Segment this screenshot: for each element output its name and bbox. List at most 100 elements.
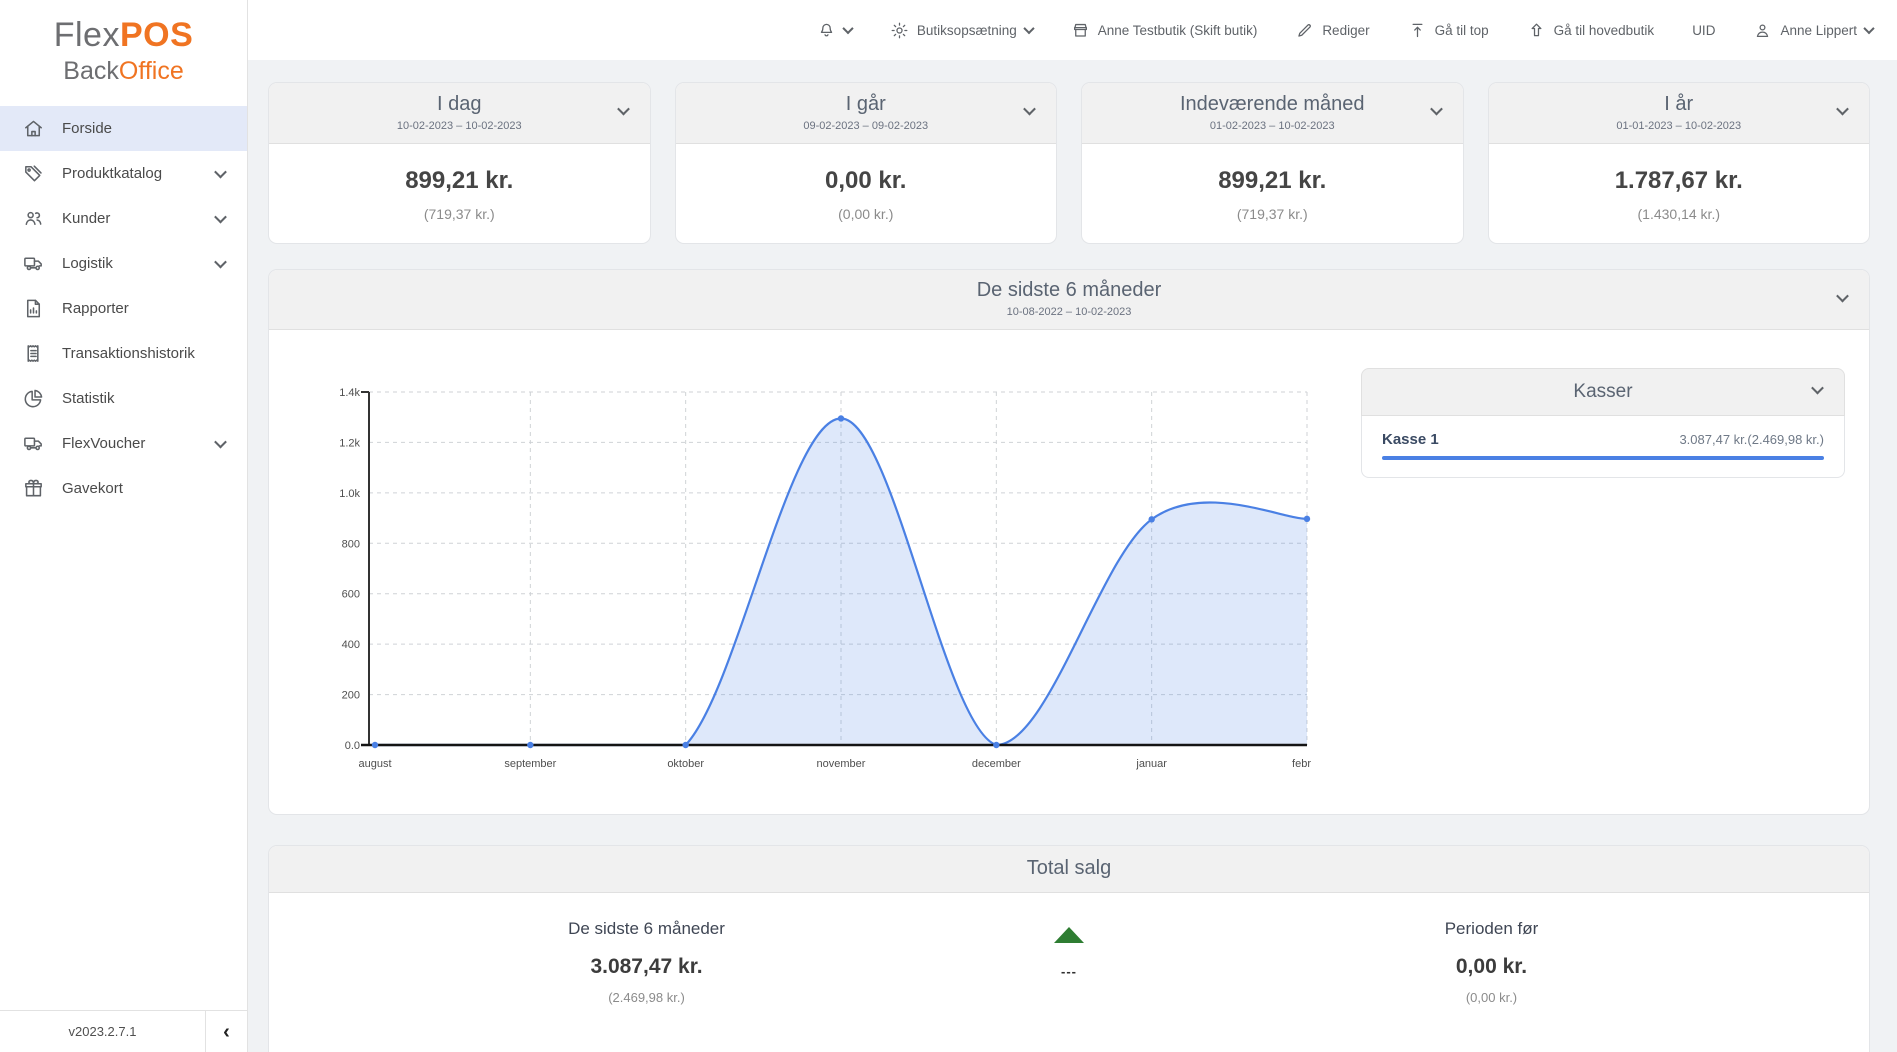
sidebar-item-rapporter[interactable]: Rapporter bbox=[0, 286, 247, 331]
sidebar-item-label: Produktkatalog bbox=[62, 165, 162, 182]
stat-card-secondary-amount: (719,37 kr.) bbox=[269, 206, 650, 222]
sidebar-item-produktkatalog[interactable]: Produktkatalog bbox=[0, 151, 247, 196]
topbar-item-label: UID bbox=[1692, 23, 1715, 38]
current-period-amount: 3.087,47 kr. bbox=[269, 955, 1024, 979]
stat-card-date-range: 01-01-2023 – 10-02-2023 bbox=[1489, 120, 1870, 132]
total-salg-title: Total salg bbox=[269, 857, 1869, 880]
logo-pos: POS bbox=[120, 16, 193, 54]
sidebar: FlexPOS BackOffice ForsideProduktkatalog… bbox=[0, 0, 248, 1052]
stat-card-title: I år bbox=[1489, 93, 1870, 116]
total-salg-current-period: De sidste 6 måneder 3.087,47 kr. (2.469,… bbox=[269, 919, 1024, 1005]
sidebar-footer: v2023.2.7.1 ‹ bbox=[0, 1010, 247, 1052]
total-salg-previous-period: Perioden før 0,00 kr. (0,00 kr.) bbox=[1114, 919, 1869, 1005]
svg-text:1.0k: 1.0k bbox=[339, 488, 360, 500]
current-period-label: De sidste 6 måneder bbox=[269, 919, 1024, 939]
svg-text:november: november bbox=[817, 758, 866, 770]
sidebar-item-logistik[interactable]: Logistik bbox=[0, 241, 247, 286]
trend-label: --- bbox=[1024, 964, 1114, 979]
gear-icon bbox=[890, 21, 909, 40]
chevron-down-icon bbox=[214, 256, 227, 269]
stat-card-amount: 0,00 kr. bbox=[676, 167, 1057, 195]
topbar: Butiksopsætning Anne Testbutik (Skift but… bbox=[248, 0, 1897, 60]
stat-card-title: I går bbox=[676, 93, 1057, 116]
topbar-item-user[interactable]: Anne Lippert bbox=[1753, 21, 1873, 40]
sidebar-item-statistik[interactable]: Statistik bbox=[0, 376, 247, 421]
stat-card-title: Indeværende måned bbox=[1082, 93, 1463, 116]
stat-card-date-range: 10-02-2023 – 10-02-2023 bbox=[269, 120, 650, 132]
kasser-panel: Kasser Kasse 1 3.087,47 kr.(2.469,98 kr.… bbox=[1361, 368, 1845, 785]
sidebar-item-flexvoucher[interactable]: FlexVoucher bbox=[0, 421, 247, 466]
kasser-panel-body: Kasse 1 3.087,47 kr.(2.469,98 kr.) bbox=[1361, 416, 1845, 478]
stat-card-amount: 899,21 kr. bbox=[1082, 167, 1463, 195]
topbar-item-butiksopsaetning[interactable]: Butiksopsætning bbox=[890, 21, 1033, 40]
users-icon bbox=[22, 207, 45, 230]
topbar-item-store[interactable]: Anne Testbutik (Skift butik) bbox=[1071, 21, 1258, 40]
stat-card-date-range: 01-02-2023 – 10-02-2023 bbox=[1082, 120, 1463, 132]
topbar-item-label: Gå til top bbox=[1435, 23, 1489, 38]
stat-card-secondary-amount: (719,37 kr.) bbox=[1082, 206, 1463, 222]
svg-text:0.0: 0.0 bbox=[345, 740, 360, 752]
chevron-down-icon bbox=[214, 211, 227, 224]
stat-card-date-range: 09-02-2023 – 09-02-2023 bbox=[676, 120, 1057, 132]
topbar-item-ga-til-hovedbutik[interactable]: Gå til hovedbutik bbox=[1527, 21, 1655, 40]
total-salg-card: Total salg De sidste 6 måneder 3.087,47 … bbox=[268, 845, 1870, 1052]
topbar-item-uid[interactable]: UID bbox=[1692, 23, 1715, 38]
dashboard-content: I dag 10-02-2023 – 10-02-2023 899,21 kr. (7… bbox=[248, 60, 1897, 1052]
gift-icon bbox=[22, 477, 45, 500]
topbar-item-notifications[interactable] bbox=[817, 21, 852, 40]
topbar-item-label: Gå til hovedbutik bbox=[1554, 23, 1655, 38]
stat-card-body: 1.787,67 kr. (1.430,14 kr.) bbox=[1489, 144, 1870, 243]
sidebar-item-label: Gavekort bbox=[62, 480, 123, 497]
svg-text:400: 400 bbox=[342, 639, 360, 651]
topbar-item-label: Anne Lippert bbox=[1780, 23, 1857, 38]
person-icon bbox=[1753, 21, 1772, 40]
arrow-to-top-icon bbox=[1408, 21, 1427, 40]
chevron-down-icon bbox=[842, 23, 853, 34]
sidebar-item-label: Rapporter bbox=[62, 300, 129, 317]
total-salg-header: Total salg bbox=[269, 846, 1869, 893]
svg-text:800: 800 bbox=[342, 538, 360, 550]
sidebar-item-label: Statistik bbox=[62, 390, 115, 407]
sidebar-item-gavekort[interactable]: Gavekort bbox=[0, 466, 247, 511]
sidebar-item-forside[interactable]: Forside bbox=[0, 106, 247, 151]
current-period-secondary: (2.469,98 kr.) bbox=[269, 990, 1024, 1005]
stat-card-header: I år 01-01-2023 – 10-02-2023 bbox=[1489, 83, 1870, 144]
svg-text:1.4k: 1.4k bbox=[339, 387, 360, 399]
stat-card-title: I dag bbox=[269, 93, 650, 116]
sales-chart-date-range: 10-08-2022 – 10-02-2023 bbox=[269, 306, 1869, 318]
stat-card-body: 899,21 kr. (719,37 kr.) bbox=[1082, 144, 1463, 243]
svg-text:oktober: oktober bbox=[667, 758, 704, 770]
home-icon bbox=[22, 117, 45, 140]
bell-icon bbox=[817, 21, 836, 40]
topbar-item-rediger[interactable]: Rediger bbox=[1295, 21, 1369, 40]
sidebar-item-transaktionshistorik[interactable]: Transaktionshistorik bbox=[0, 331, 247, 376]
stat-card-secondary-amount: (1.430,14 kr.) bbox=[1489, 206, 1870, 222]
kasse-row[interactable]: Kasse 1 3.087,47 kr.(2.469,98 kr.) bbox=[1382, 431, 1824, 448]
stat-card-amount: 1.787,67 kr. bbox=[1489, 167, 1870, 195]
previous-period-secondary: (0,00 kr.) bbox=[1114, 990, 1869, 1005]
pencil-icon bbox=[1295, 21, 1314, 40]
stat-card-0: I dag 10-02-2023 – 10-02-2023 899,21 kr. (7… bbox=[268, 82, 651, 244]
topbar-item-ga-til-top[interactable]: Gå til top bbox=[1408, 21, 1489, 40]
kasse-value: 3.087,47 kr.(2.469,98 kr.) bbox=[1679, 432, 1824, 447]
stat-card-2: Indeværende måned 01-02-2023 – 10-02-2023… bbox=[1081, 82, 1464, 244]
sales-chart-card-header: De sidste 6 måneder 10-08-2022 – 10-02-2… bbox=[269, 270, 1869, 330]
receipt-icon bbox=[22, 342, 45, 365]
svg-text:december: december bbox=[972, 758, 1021, 770]
stat-card-body: 899,21 kr. (719,37 kr.) bbox=[269, 144, 650, 243]
sidebar-item-kunder[interactable]: Kunder bbox=[0, 196, 247, 241]
logo-office: Office bbox=[119, 57, 184, 85]
stat-card-amount: 899,21 kr. bbox=[269, 167, 650, 195]
sidebar-collapse-button[interactable]: ‹ bbox=[205, 1011, 247, 1052]
logo-flex: Flex bbox=[54, 16, 120, 54]
kasser-panel-header: Kasser bbox=[1361, 368, 1845, 416]
topbar-item-label: Butiksopsætning bbox=[917, 23, 1017, 38]
sales-chart-card: De sidste 6 måneder 10-08-2022 – 10-02-2… bbox=[268, 269, 1870, 815]
truck-icon bbox=[22, 432, 45, 455]
chevron-down-icon[interactable] bbox=[1811, 382, 1824, 395]
trend-up-icon bbox=[1054, 927, 1084, 943]
svg-text:1.2k: 1.2k bbox=[339, 437, 360, 449]
app-root: FlexPOS BackOffice ForsideProduktkatalog… bbox=[0, 0, 1897, 1052]
svg-text:september: september bbox=[504, 758, 556, 770]
previous-period-amount: 0,00 kr. bbox=[1114, 955, 1869, 979]
